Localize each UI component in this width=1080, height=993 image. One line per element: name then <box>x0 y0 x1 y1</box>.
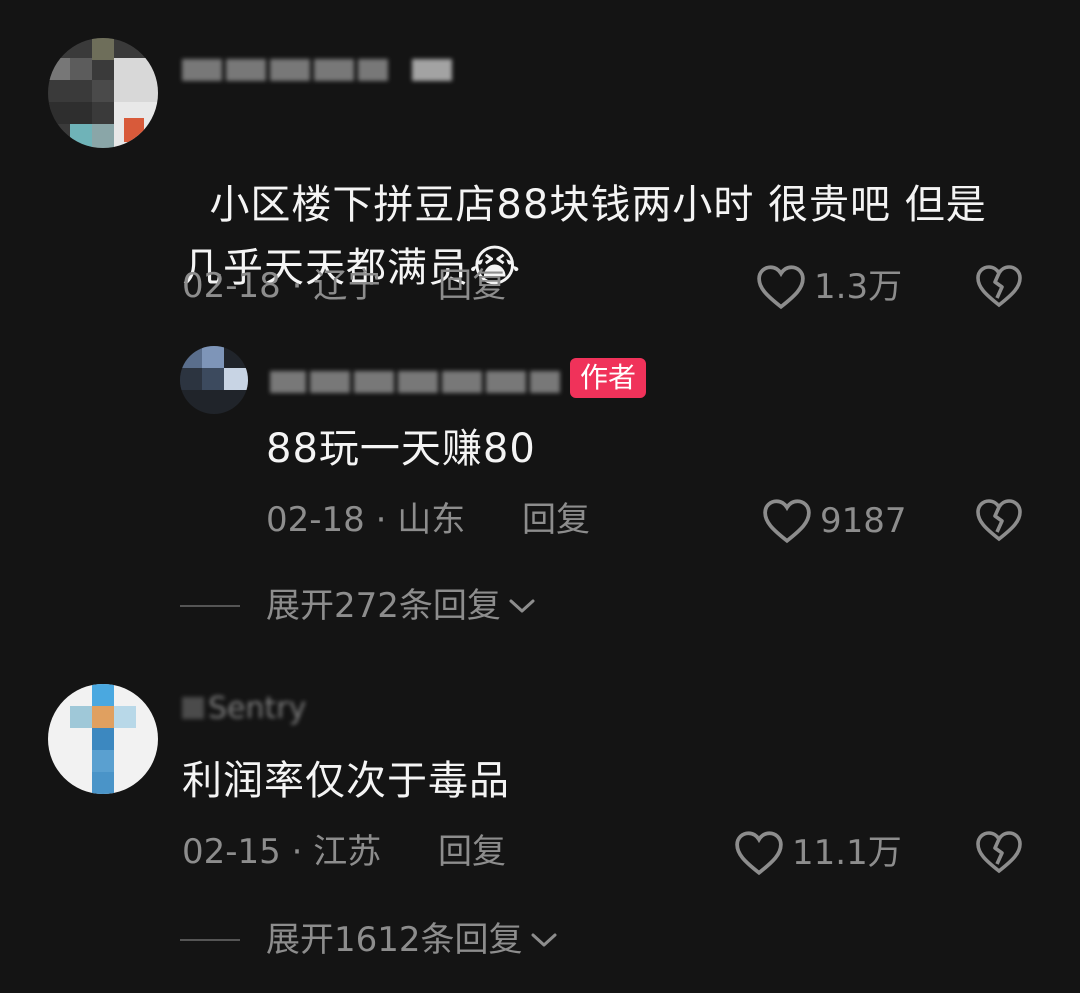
username-blurred[interactable]: Sentry <box>182 691 306 726</box>
like-button[interactable]: 11.1万 <box>734 830 902 876</box>
reply-username-blurred[interactable] <box>270 368 560 396</box>
comment-date: 02-18 <box>182 266 281 306</box>
reply-dislike-button[interactable] <box>975 498 1023 546</box>
like-count: 1.3万 <box>814 267 903 307</box>
chevron-down-icon <box>509 599 535 613</box>
like-count: 11.1万 <box>792 833 902 873</box>
like-count: 9187 <box>820 501 907 541</box>
divider-line <box>180 605 240 607</box>
broken-heart-icon <box>976 499 1022 542</box>
reply-like-button[interactable]: 9187 <box>762 498 907 544</box>
reply-date: 02-18 <box>266 500 365 540</box>
divider-line <box>180 939 240 941</box>
comment-text: 利润率仅次于毒品 <box>182 758 510 804</box>
heart-outline-icon <box>757 265 805 310</box>
username-fragment: Sentry <box>208 690 307 726</box>
comment-location: 江苏 <box>313 832 382 872</box>
chevron-down-icon <box>531 933 557 947</box>
avatar[interactable] <box>48 38 158 148</box>
author-badge: 作者 <box>570 358 647 398</box>
expand-replies-label: 展开272条回复 <box>266 586 501 626</box>
reply-avatar[interactable] <box>180 346 248 414</box>
comment-meta: 02-15 · 江苏 <box>182 832 382 872</box>
dislike-button[interactable] <box>975 830 1023 878</box>
dislike-button[interactable] <box>975 264 1023 312</box>
heart-outline-icon <box>763 499 811 544</box>
comment-date: 02-15 <box>182 832 281 872</box>
avatar[interactable] <box>48 684 158 794</box>
comment-meta: 02-18 · 辽宁 <box>182 266 382 306</box>
expand-replies-button[interactable]: 展开1612条回复 <box>180 920 559 960</box>
heart-outline-icon <box>735 831 783 876</box>
expand-replies-label: 展开1612条回复 <box>266 920 523 960</box>
comment-location: 辽宁 <box>313 266 382 306</box>
reply-meta: 02-18 · 山东 <box>266 500 466 540</box>
broken-heart-icon <box>976 265 1022 308</box>
reply-reply-button[interactable]: 回复 <box>522 500 590 540</box>
reply-button[interactable]: 回复 <box>438 266 506 306</box>
reply-text: 88玩一天赚80 <box>266 426 536 472</box>
like-button[interactable]: 1.3万 <box>756 264 902 310</box>
username-blurred[interactable] <box>182 56 452 84</box>
expand-replies-button[interactable]: 展开272条回复 <box>180 586 537 626</box>
reply-button[interactable]: 回复 <box>438 832 506 872</box>
reply-location: 山东 <box>397 500 466 540</box>
broken-heart-icon <box>976 831 1022 874</box>
